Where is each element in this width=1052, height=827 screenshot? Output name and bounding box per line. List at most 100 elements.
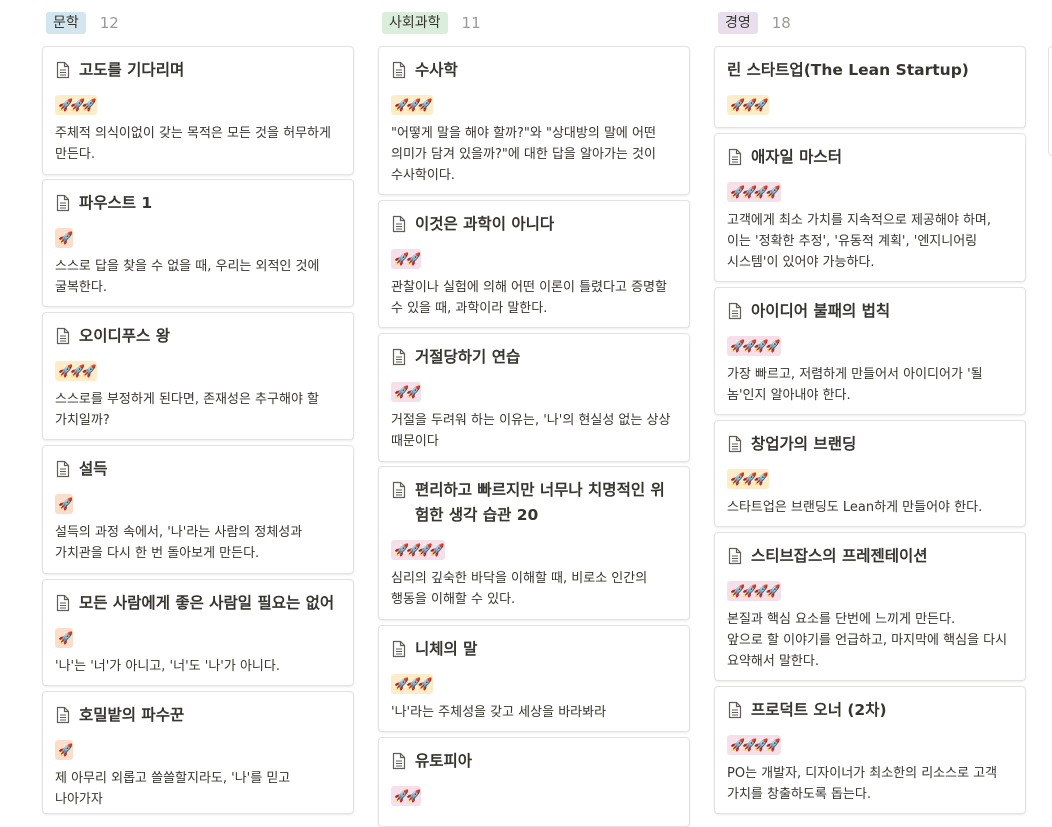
card-title: 오이디푸스 왕	[79, 327, 170, 345]
board-column: 문학 12 고도를 기다리며 🚀🚀🚀 주체적 의식이없이 갖는 목적은 모든 것을 허무…	[42, 0, 356, 814]
column-header[interactable]: 경영 18	[718, 11, 791, 35]
page-icon	[392, 348, 406, 366]
column-header[interactable]: 문학 12	[46, 11, 119, 35]
board-card[interactable]: 모든 사람에게 좋은 사람일 필요는 없어 🚀 '나'는 '너'가 아니고, '너'…	[42, 579, 354, 686]
board-card[interactable]: 애자일 마스터 🚀🚀🚀🚀 고객에게 최소 가치를 지속적으로 제공해야 하며, 이는…	[714, 133, 1026, 282]
page-icon	[56, 594, 70, 612]
card-title: 파우스트 1	[79, 194, 153, 212]
card-title: 린 스타트업(The Lean Startup)	[727, 61, 969, 79]
card-title-row: 이것은 과학이 아니다	[391, 212, 677, 237]
card-title: 수사학	[415, 61, 458, 79]
rating-tag: 🚀🚀🚀🚀	[727, 581, 781, 601]
card-title: 모든 사람에게 좋은 사람일 필요는 없어	[79, 594, 335, 612]
page-icon	[392, 640, 406, 658]
card-title: 거절당하기 연습	[415, 348, 521, 366]
card-title-row: 니체의 말	[391, 637, 677, 662]
column-tag[interactable]: 경영	[718, 12, 758, 34]
card-title: 호밀밭의 파수꾼	[79, 706, 185, 724]
rating-tag: 🚀🚀🚀🚀	[727, 182, 781, 202]
board-card[interactable]: 호밀밭의 파수꾼 🚀 제 아무리 외롭고 쓸쓸할지라도, '나'를 믿고 나아가자	[42, 691, 354, 814]
card-title-row: 창업가의 브랜딩	[727, 432, 1013, 457]
card-title: 편리하고 빠르지만 너무나 치명적인 위험한 생각 습관 20	[415, 481, 665, 524]
page-icon	[728, 435, 742, 453]
board-card[interactable]: 스티브잡스의 프레젠테이션 🚀🚀🚀🚀 본질과 핵심 요소를 단번에 느끼게 만든다.…	[714, 532, 1026, 681]
card-title-row: 린 스타트업(The Lean Startup)	[727, 58, 1013, 83]
rating-tag: 🚀🚀🚀🚀	[727, 735, 781, 755]
card-title: 유토피아	[415, 752, 473, 770]
board-card[interactable]: 프로덕트 오너 (2차) 🚀🚀🚀🚀 PO는 개발자, 디자이너가 최소한의 리소스로…	[714, 686, 1026, 814]
rating-tag: 🚀🚀🚀	[391, 95, 433, 115]
board-card[interactable]: 파우스트 1 🚀 스스로 답을 찾을 수 없을 때, 우리는 외적인 것에 굴복한다…	[42, 179, 354, 307]
page-icon	[56, 706, 70, 724]
board-card[interactable]: 니체의 말 🚀🚀🚀 '나'라는 주체성을 갖고 세상을 바라봐라	[378, 625, 690, 732]
board-card[interactable]: 수사학 🚀🚀🚀 "어떻게 말을 해야 할까?"와 "상대방의 말에 어떤 의미가 담…	[378, 46, 690, 195]
page-icon	[728, 302, 742, 320]
card-title: 창업가의 브랜딩	[751, 435, 857, 453]
column-tag[interactable]: 문학	[46, 12, 86, 34]
card-description: 고객에게 최소 가치를 지속적으로 제공해야 하며, 이는 '정확한 추정', …	[727, 213, 991, 270]
board-card[interactable]: 고도를 기다리며 🚀🚀🚀 주체적 의식이없이 갖는 목적은 모든 것을 허무하게 만…	[42, 46, 354, 175]
rating-tag: 🚀🚀	[391, 382, 421, 402]
board-card[interactable]: 창업가의 브랜딩 🚀🚀🚀 스타트업은 브랜딩도 Lean하게 만들어야 한다.	[714, 420, 1026, 527]
card-title-row: 아이디어 불패의 법칙	[727, 299, 1013, 324]
card-description: 스스로 답을 찾을 수 없을 때, 우리는 외적인 것에 굴복한다.	[55, 259, 320, 295]
card-description: '나'는 '너'가 아니고, '너'도 '나'가 아니다.	[55, 659, 280, 674]
card-title: 이것은 과학이 아니다	[415, 215, 555, 233]
page-icon	[728, 148, 742, 166]
card-description: PO는 개발자, 디자이너가 최소한의 리소스로 고객 가치를 창출하도록 돕는…	[727, 766, 998, 802]
page-icon	[56, 61, 70, 79]
card-title: 설득	[79, 460, 108, 478]
card-description: '나'라는 주체성을 갖고 세상을 바라봐라	[391, 705, 607, 720]
page-icon	[392, 215, 406, 233]
board-card[interactable]: 오이디푸스 왕 🚀🚀🚀 스스로를 부정하게 된다면, 존재성은 추구해야 할 가치일…	[42, 312, 354, 440]
board-card[interactable]: 거절당하기 연습 🚀🚀 거절을 두려워 하는 이유는, '나'의 현실성 없는 상상…	[378, 333, 690, 462]
card-title-row: 애자일 마스터	[727, 145, 1013, 170]
rating-tag: 🚀🚀🚀	[727, 469, 769, 489]
page-icon	[728, 547, 742, 565]
page-icon	[56, 327, 70, 345]
card-title: 니체의 말	[415, 640, 478, 658]
rating-tag: 🚀	[55, 740, 73, 760]
card-title-row: 고도를 기다리며	[55, 58, 341, 83]
rating-tag: 🚀🚀	[391, 249, 421, 269]
rating-tag: 🚀	[55, 228, 73, 248]
card-title: 프로덕트 오너 (2차)	[751, 701, 887, 719]
rating-tag: 🚀🚀🚀🚀	[391, 540, 445, 560]
column-tag[interactable]: 사회과학	[382, 12, 448, 34]
card-description: 거절을 두려워 하는 이유는, '나'의 현실성 없는 상상 때문이다	[391, 413, 671, 449]
rating-tag: 🚀🚀🚀	[391, 674, 433, 694]
card-title-row: 거절당하기 연습	[391, 345, 677, 370]
card-title-row: 파우스트 1	[55, 191, 341, 216]
card-description: 설득의 과정 속에서, '나'라는 사람의 정체성과 가치관을 다시 한 번 돌…	[55, 525, 303, 561]
board-card[interactable]: 설득 🚀 설득의 과정 속에서, '나'라는 사람의 정체성과 가치관을 다시 한 …	[42, 445, 354, 574]
board-card[interactable]: 편리하고 빠르지만 너무나 치명적인 위험한 생각 습관 20 🚀🚀🚀🚀 심리의 깊…	[378, 466, 690, 620]
board-card[interactable]: 아이디어 불패의 법칙 🚀🚀🚀🚀 가장 빠르고, 저렴하게 만들어서 아이디어가 '…	[714, 287, 1026, 415]
page-icon	[392, 752, 406, 770]
card-title: 스티브잡스의 프레젠테이션	[751, 547, 928, 565]
card-title-row: 오이디푸스 왕	[55, 324, 341, 349]
board-card[interactable]: 린 스타트업(The Lean Startup) 🚀🚀🚀	[714, 46, 1026, 128]
board-column: 사회과학 11 수사학 🚀🚀🚀 "어떻게 말을 해야 할까?"와 "상대방의 말에 어떤…	[378, 0, 692, 827]
card-description: 스타트업은 브랜딩도 Lean하게 만들어야 한다.	[727, 500, 983, 515]
card-title-row: 호밀밭의 파수꾼	[55, 703, 341, 728]
card-title-row: 설득	[55, 457, 341, 482]
page-icon	[728, 701, 742, 719]
column-count: 11	[461, 14, 481, 32]
card-description: 제 아무리 외롭고 쓸쓸할지라도, '나'를 믿고 나아가자	[55, 771, 291, 807]
card-title-row: 스티브잡스의 프레젠테이션	[727, 544, 1013, 569]
column-count: 12	[99, 14, 119, 32]
column-header[interactable]: 사회과학 11	[382, 11, 481, 35]
board-column: 경영 18 린 스타트업(The Lean Startup) 🚀🚀🚀 애자일 마스터 🚀🚀…	[714, 0, 1028, 814]
card-title: 애자일 마스터	[751, 148, 842, 166]
card-title-row: 유토피아	[391, 749, 677, 774]
card-title-row: 프로덕트 오너 (2차)	[727, 698, 1013, 723]
page-icon	[56, 194, 70, 212]
next-column-card-peek[interactable]	[1048, 46, 1052, 156]
card-description: 관찰이나 실험에 의해 어떤 이론이 틀렸다고 증명할 수 있을 때, 과학이라…	[391, 280, 667, 316]
card-title: 고도를 기다리며	[79, 61, 185, 79]
card-description: 심리의 깊숙한 바닥을 이해할 때, 비로소 인간의 행동을 이해할 수 있다.	[391, 571, 648, 607]
rating-tag: 🚀🚀🚀	[55, 361, 97, 381]
card-title-row: 편리하고 빠르지만 너무나 치명적인 위험한 생각 습관 20	[391, 478, 677, 528]
rating-tag: 🚀🚀🚀	[55, 95, 97, 115]
board-card[interactable]: 이것은 과학이 아니다 🚀🚀 관찰이나 실험에 의해 어떤 이론이 틀렸다고 증명할…	[378, 200, 690, 328]
